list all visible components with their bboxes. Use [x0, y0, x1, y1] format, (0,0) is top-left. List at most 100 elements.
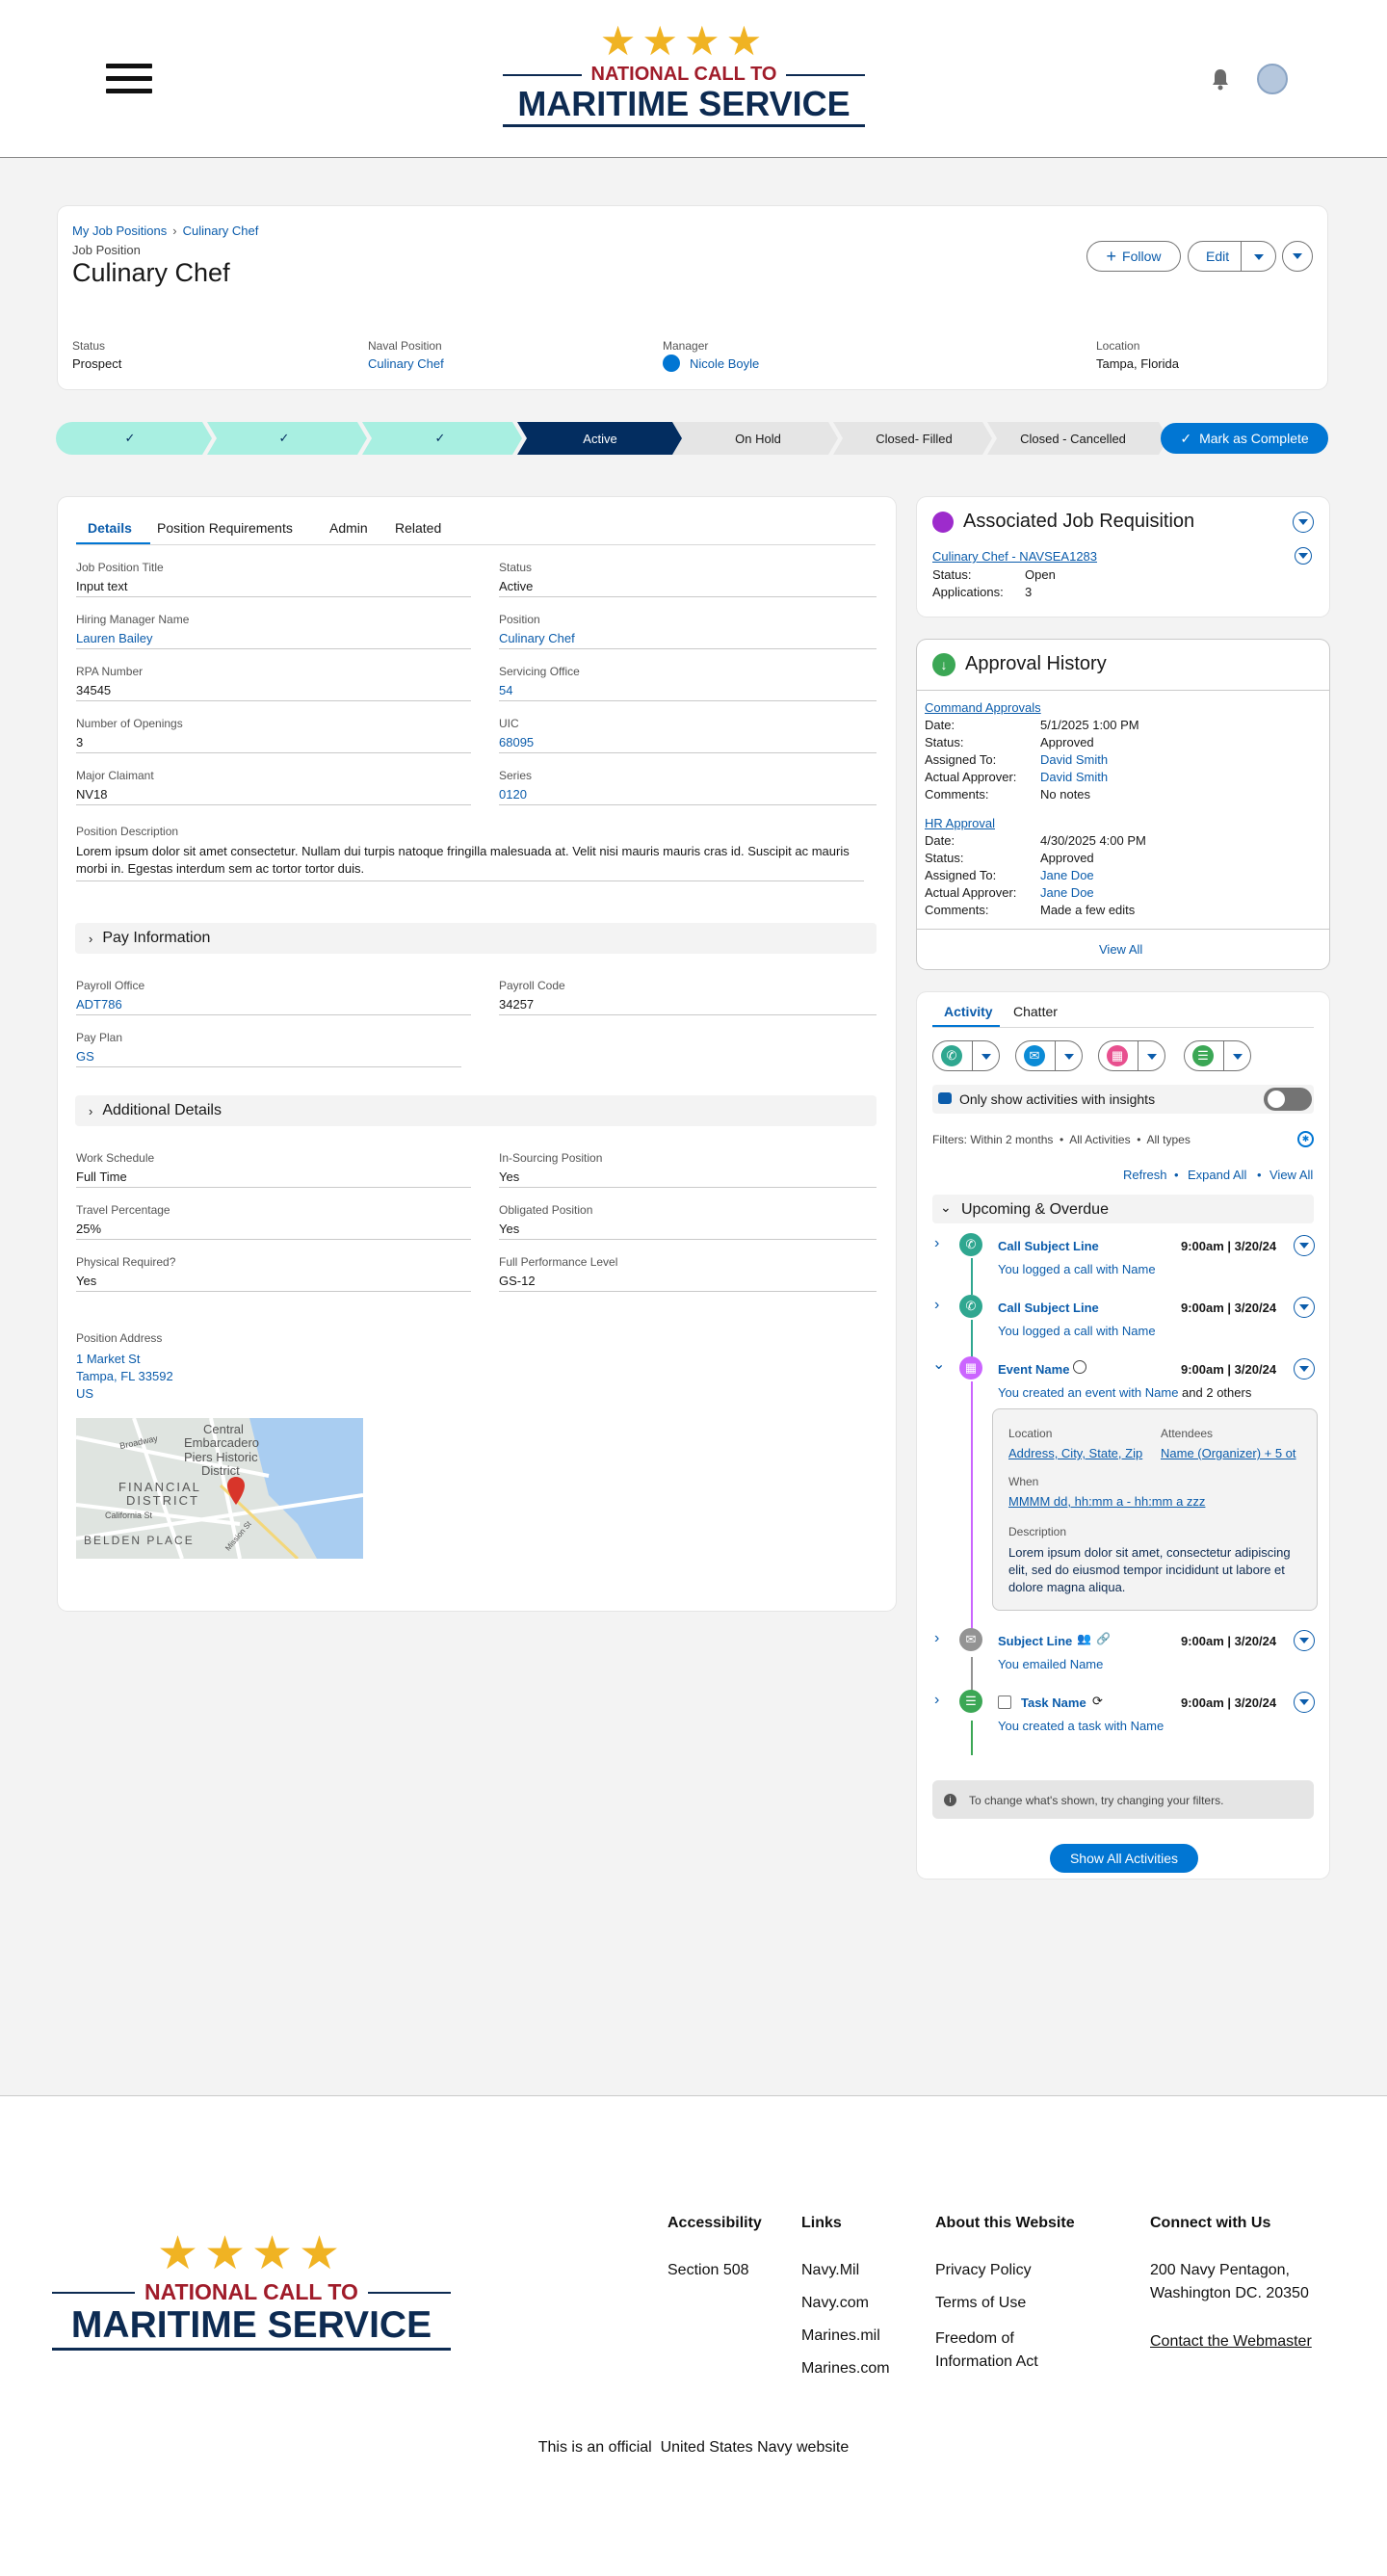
chevron-down-icon[interactable] [1294, 1235, 1315, 1256]
chevron-right-icon[interactable]: › [934, 1692, 939, 1709]
notification-bell-icon[interactable] [1210, 67, 1231, 91]
tab-chatter[interactable]: Chatter [1013, 1004, 1058, 1019]
chevron-down-icon [981, 1054, 991, 1060]
activity-title[interactable]: Event Name [998, 1362, 1069, 1377]
breadcrumb-parent[interactable]: My Job Positions [72, 223, 167, 238]
activity-summary: You emailed Name [998, 1657, 1104, 1671]
stars-icon: ★★★★ [599, 18, 769, 64]
new-email-button[interactable]: ✉ [1015, 1040, 1083, 1071]
chevron-down-icon[interactable] [1254, 254, 1264, 260]
chevron-down-icon[interactable]: ⌄ [932, 1354, 945, 1374]
card-title: Associated Job Requisition [963, 511, 1195, 532]
card-title: Approval History [965, 653, 1107, 674]
status-label: Status: [932, 567, 972, 582]
activity-time: 9:00am | 3/20/24 [1181, 1301, 1277, 1315]
highlight-value-naval-position[interactable]: Culinary Chef [368, 356, 444, 371]
breadcrumb-current[interactable]: Culinary Chef [183, 223, 259, 238]
footer-link[interactable]: Terms of Use [935, 2295, 1026, 2312]
show-all-activities-button[interactable]: Show All Activities [1050, 1844, 1198, 1873]
refresh-link[interactable]: Refresh [1123, 1168, 1167, 1182]
address-line-1[interactable]: 1 Market St [76, 1352, 140, 1366]
chevron-down-icon[interactable] [1294, 1692, 1315, 1713]
mark-complete-button[interactable]: ✓ Mark as Complete [1161, 423, 1328, 454]
activity-title[interactable]: Subject Line [998, 1634, 1072, 1648]
site-logo[interactable]: ★★★★ NATIONAL CALL TO MARITIME SERVICE [503, 19, 865, 127]
status-value: Open [1025, 567, 1056, 582]
activity-title[interactable]: Task Name [1021, 1695, 1086, 1710]
calendar-icon: ▦ [959, 1356, 982, 1380]
chevron-down-icon[interactable] [1294, 1297, 1315, 1318]
address-line-2[interactable]: Tampa, FL 33592 [76, 1369, 173, 1383]
phone-icon: ✆ [959, 1295, 982, 1318]
check-icon[interactable]: ✓ [222, 422, 347, 455]
check-icon[interactable]: ✓ [67, 422, 193, 455]
activity-title[interactable]: Call Subject Line [998, 1239, 1099, 1253]
follow-button[interactable]: + Follow [1086, 241, 1181, 272]
notice-text: To change what's shown, try changing you… [969, 1794, 1224, 1807]
view-all-link[interactable]: View All [1269, 1168, 1313, 1182]
footer-logo[interactable]: ★★★★ NATIONAL CALL TO MARITIME SERVICE [52, 2229, 451, 2351]
path-stage-on-hold[interactable]: On Hold [686, 422, 830, 455]
footer-heading-accessibility: Accessibility [667, 2215, 762, 2231]
divider [917, 929, 1329, 930]
insights-toggle[interactable] [1264, 1088, 1312, 1111]
chevron-down-icon[interactable] [1294, 1358, 1315, 1380]
path-stage-closed-filled[interactable]: Closed- Filled [842, 422, 986, 455]
footer-link[interactable]: Marines.com [801, 2360, 890, 2378]
footer-link[interactable]: Navy.com [801, 2295, 869, 2312]
footer-link[interactable]: Navy.Mil [801, 2262, 859, 2279]
approval-step-link[interactable]: Command Approvals [925, 700, 1041, 715]
chevron-right-icon[interactable]: › [934, 1297, 939, 1314]
requisition-link[interactable]: Culinary Chef - NAVSEA1283 [932, 549, 1097, 564]
field-series: Series 0120 [499, 769, 877, 805]
settings-gear-icon[interactable]: ✱ [1297, 1131, 1314, 1147]
field-travel-percentage: Travel Percentage 25% [76, 1203, 471, 1240]
log-call-button[interactable]: ✆ [932, 1040, 1000, 1071]
tab-related[interactable]: Related [395, 520, 441, 536]
footer-address-1: 200 Navy Pentagon, [1150, 2262, 1290, 2278]
tab-details[interactable]: Details [88, 520, 132, 536]
chevron-down-icon[interactable] [1293, 512, 1314, 533]
user-avatar[interactable] [1257, 64, 1288, 94]
highlight-value-manager[interactable]: Nicole Boyle [690, 356, 759, 371]
activity-title[interactable]: Call Subject Line [998, 1301, 1099, 1315]
field-payroll-office: Payroll Office ADT786 [76, 979, 471, 1015]
path-stage-active[interactable]: Active [528, 422, 672, 455]
breadcrumb: My Job Positions › Culinary Chef [72, 223, 258, 238]
chevron-right-icon[interactable]: › [934, 1235, 939, 1252]
tab-admin[interactable]: Admin [329, 520, 368, 536]
contact-webmaster-link[interactable]: Contact the Webmaster [1150, 2333, 1312, 2351]
email-icon: ✉ [959, 1628, 982, 1651]
section-pay-information[interactable]: › Pay Information [75, 923, 877, 954]
new-event-button[interactable]: ▦ [1098, 1040, 1165, 1071]
approval-step-link[interactable]: HR Approval [925, 816, 995, 830]
chevron-down-icon[interactable] [1295, 547, 1312, 565]
menu-icon[interactable] [106, 64, 152, 94]
section-additional-details[interactable]: › Additional Details [75, 1095, 877, 1126]
more-actions-button[interactable] [1282, 241, 1313, 272]
phone-icon: ✆ [959, 1233, 982, 1256]
tab-position-requirements[interactable]: Position Requirements [157, 520, 293, 536]
edit-button[interactable]: Edit [1188, 241, 1276, 272]
new-task-button[interactable]: ☰ [1184, 1040, 1251, 1071]
tab-activity[interactable]: Activity [944, 1004, 993, 1019]
activity-summary: You logged a call with Name [998, 1262, 1156, 1276]
field-in-sourcing: In-Sourcing Position Yes [499, 1151, 877, 1188]
address-line-3[interactable]: US [76, 1386, 93, 1401]
footer-link-section-508[interactable]: Section 508 [667, 2262, 749, 2279]
chevron-down-icon[interactable] [1294, 1630, 1315, 1651]
field-uic: UIC 68095 [499, 717, 877, 753]
footer-link[interactable]: Privacy Policy [935, 2262, 1032, 2279]
path-stage-closed-cancelled[interactable]: Closed - Cancelled [996, 422, 1150, 455]
field-position: Position Culinary Chef [499, 613, 877, 649]
task-checkbox[interactable] [998, 1695, 1011, 1709]
expand-all-link[interactable]: Expand All [1188, 1168, 1246, 1182]
location-map[interactable]: Broadway Central Embarcadero Piers Histo… [76, 1418, 363, 1559]
footer-link[interactable]: Marines.mil [801, 2327, 880, 2345]
view-all-link[interactable]: View All [1099, 942, 1142, 957]
field-pay-plan: Pay Plan GS [76, 1031, 461, 1067]
chevron-right-icon[interactable]: › [934, 1630, 939, 1647]
footer-heading-links: Links [801, 2215, 842, 2231]
footer-link[interactable]: Freedom of Information Act [935, 2327, 1070, 2374]
check-icon[interactable]: ✓ [378, 422, 503, 455]
